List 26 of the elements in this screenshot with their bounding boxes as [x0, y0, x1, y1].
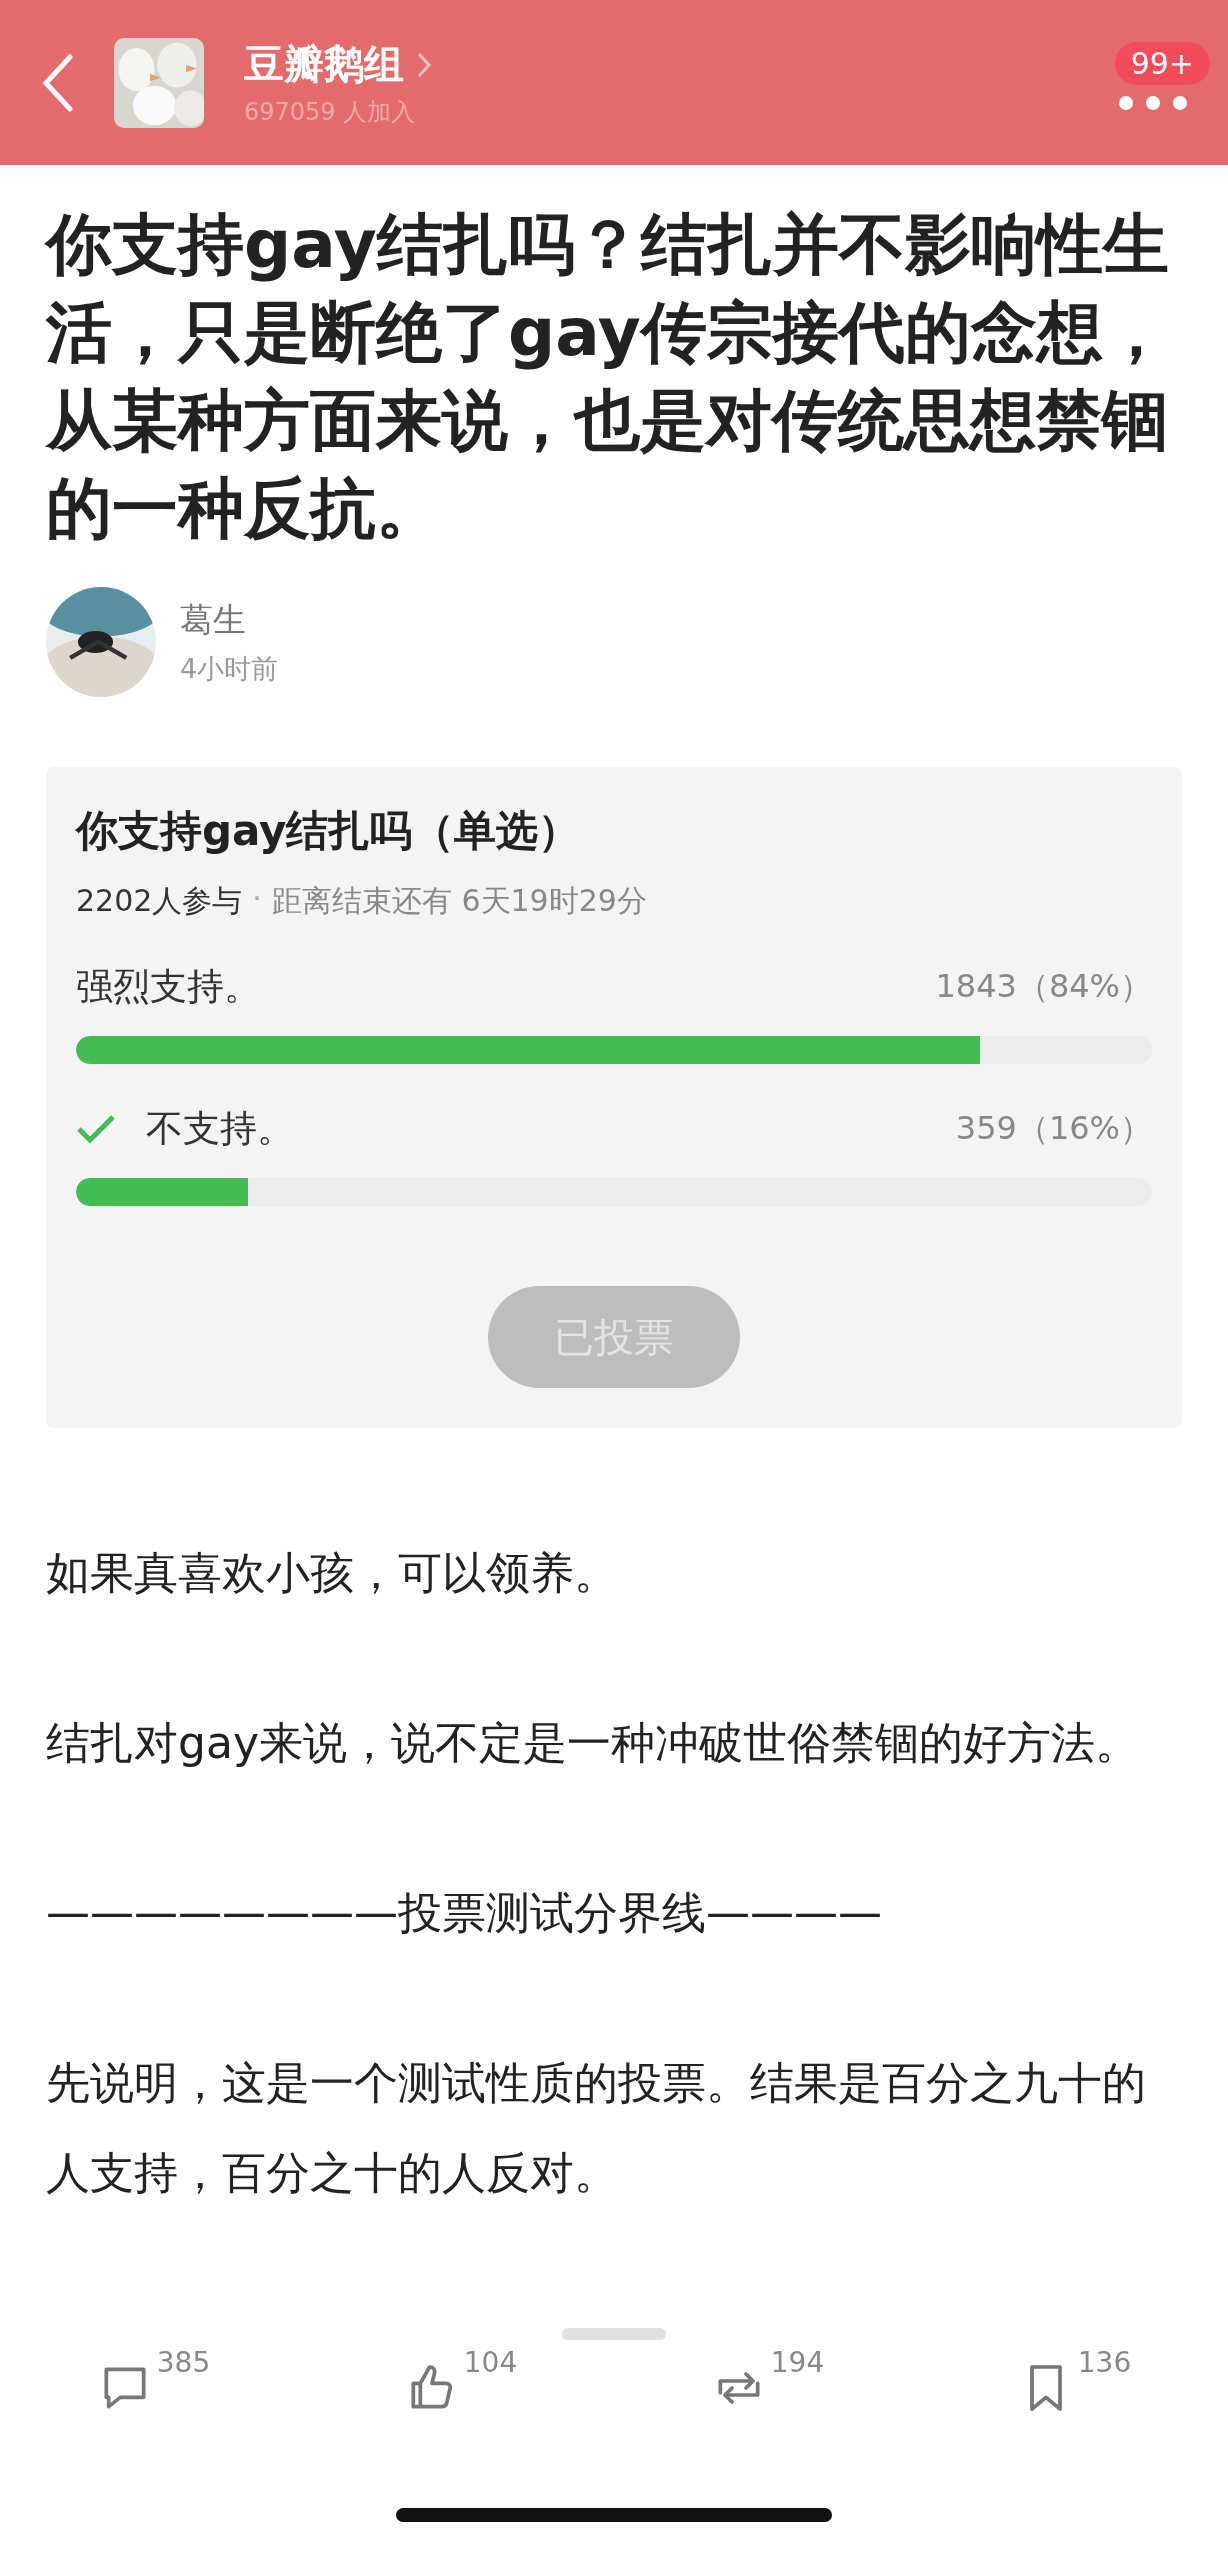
- separator-dot: ·: [252, 881, 262, 918]
- member-count: 697059 人加入: [244, 97, 417, 128]
- comment-button[interactable]: 385: [96, 2346, 211, 2416]
- like-button[interactable]: 104: [403, 2346, 518, 2416]
- author-name[interactable]: 葛生: [180, 597, 279, 643]
- post-title: 你支持gay结扎吗？结扎并不影响性生活，只是断绝了gay传宗接代的念想，从某种方面来说，也是对传统思想禁锢的一种反抗。: [46, 205, 1170, 549]
- option-result: 1843（84%）: [935, 966, 1152, 1007]
- group-name[interactable]: 豆瓣鹅组: [244, 37, 404, 92]
- more-icon[interactable]: [1118, 94, 1188, 111]
- body-paragraph: 如果真喜欢小孩，可以领养。: [46, 1546, 619, 1600]
- body-paragraph: 先说明，这是一个测试性质的投票。结果是百分之九十的人支持，百分之十的人反对。: [46, 2056, 1147, 2200]
- option-label: 不支持。: [146, 1106, 294, 1152]
- option-result: 359（16%）: [955, 1108, 1152, 1149]
- repost-button[interactable]: 194: [710, 2346, 825, 2416]
- bookmark-button[interactable]: 136: [1017, 2346, 1132, 2416]
- option-label: 强烈支持。: [76, 964, 261, 1010]
- post-time: 4小时前: [180, 651, 279, 686]
- notification-badge: 99+: [1114, 42, 1210, 85]
- time-remaining: 距离结束还有 6天19时29分: [271, 882, 647, 920]
- chevron-right-icon: [416, 50, 432, 79]
- participant-count: 2202人参与: [76, 882, 243, 920]
- drag-handle[interactable]: [562, 2328, 666, 2340]
- back-icon[interactable]: [40, 52, 74, 113]
- poll-title: 你支持gay结扎吗（单选）: [76, 805, 582, 857]
- body-paragraph: 结扎对gay来说，说不定是一种冲破世俗禁锢的好方法。: [46, 1716, 1140, 1770]
- body-paragraph: ————————投票测试分界线————: [46, 1886, 883, 1940]
